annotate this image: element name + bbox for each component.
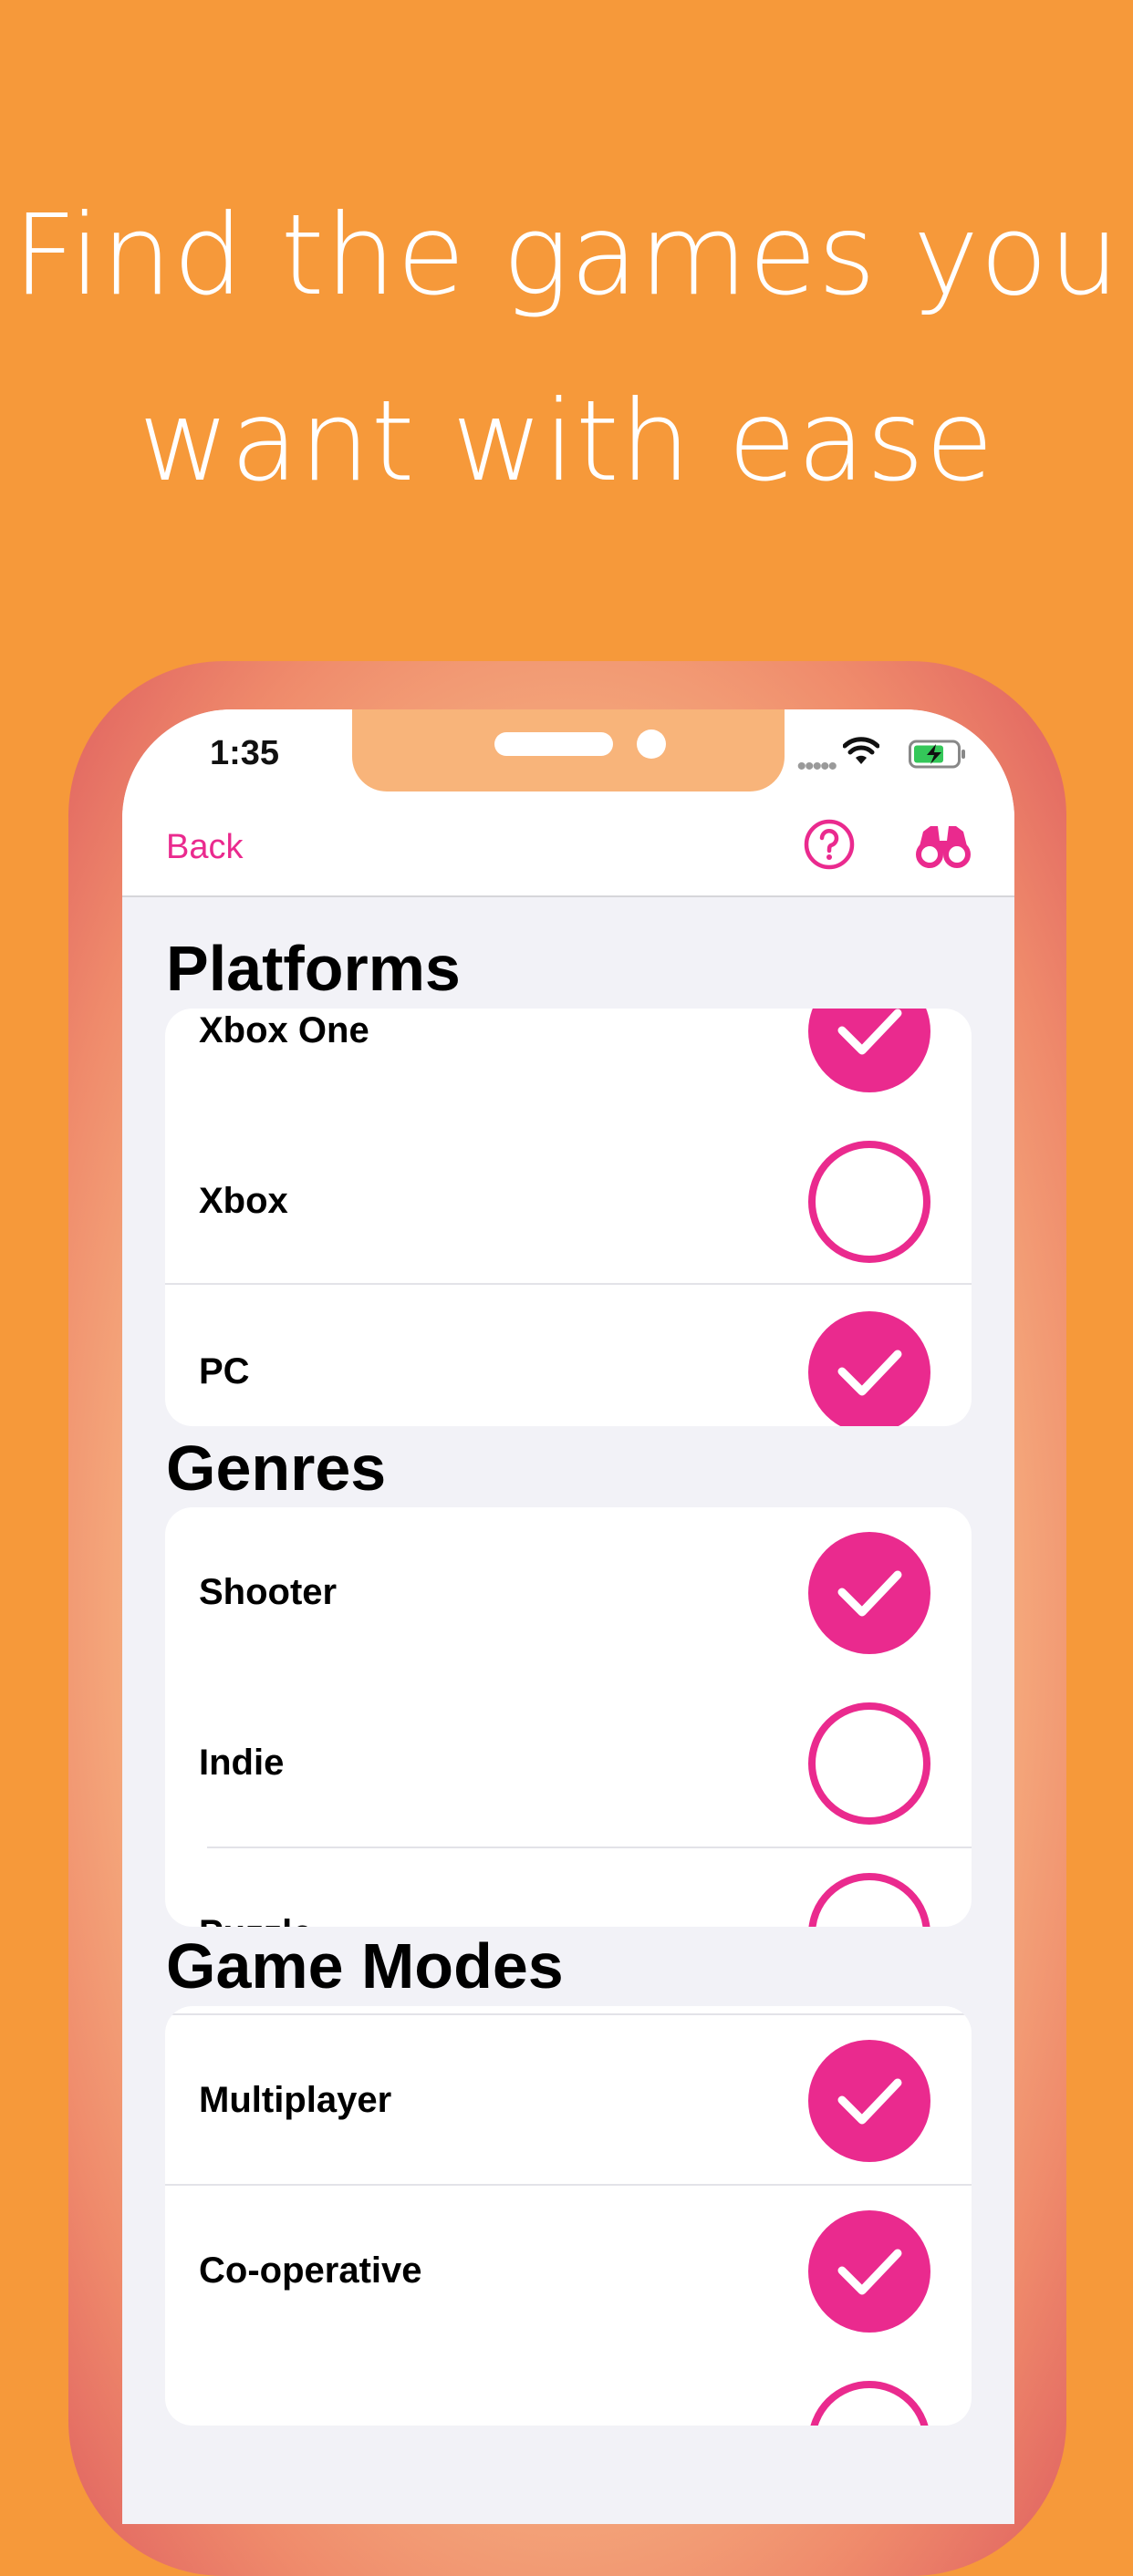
item-label: PC xyxy=(199,1351,250,1391)
checkmark-icon xyxy=(837,1350,902,1396)
checkmark-toggle[interactable] xyxy=(808,2381,930,2426)
camera xyxy=(637,729,666,759)
list-item[interactable]: Online xyxy=(165,2356,972,2426)
phone-screen: 1:35 ••••• Back Platforms Xbox One Xbox … xyxy=(122,709,1014,2524)
item-label: Multiplayer xyxy=(199,2080,392,2120)
binoculars-icon xyxy=(916,826,971,868)
checkmark-toggle[interactable] xyxy=(808,2210,930,2333)
item-label: Puzzle xyxy=(199,1848,312,1927)
checkmark-icon xyxy=(837,1009,902,1055)
list-item[interactable]: Xbox One xyxy=(165,1009,972,1116)
help-button[interactable] xyxy=(804,819,855,870)
platforms-list: Xbox One Xbox PC xyxy=(165,1009,972,1426)
list-item[interactable]: Shooter xyxy=(165,1507,972,1678)
question-circle-icon xyxy=(804,819,855,870)
checkmark-toggle[interactable] xyxy=(808,1311,930,1426)
item-label: Xbox xyxy=(199,1181,288,1221)
checkmark-toggle[interactable] xyxy=(808,1009,930,1092)
item-label: Co-operative xyxy=(199,2250,422,2291)
item-label: Xbox One xyxy=(199,1010,369,1050)
headline: Find the games you want with ease xyxy=(0,162,1133,534)
item-label: Indie xyxy=(199,1743,285,1783)
battery-icon xyxy=(909,740,965,769)
headline-line-2: want with ease xyxy=(138,377,995,506)
item-label: Shooter xyxy=(199,1572,338,1612)
checkmark-toggle[interactable] xyxy=(808,1873,930,1927)
notch xyxy=(352,709,785,791)
headline-line-1: Find the games you xyxy=(12,191,1121,320)
list-item[interactable]: Multiplayer xyxy=(165,2015,972,2186)
checkmark-toggle[interactable] xyxy=(808,2040,930,2162)
checkmark-toggle[interactable] xyxy=(808,1532,930,1654)
list-item[interactable]: PC xyxy=(165,1287,972,1426)
back-button[interactable]: Back xyxy=(166,828,243,867)
checkmark-icon xyxy=(837,2078,902,2125)
section-title-platforms: Platforms xyxy=(166,933,461,1004)
section-title-genres: Genres xyxy=(166,1433,387,1504)
checkmark-toggle[interactable] xyxy=(808,1141,930,1263)
list-item[interactable]: Co-operative xyxy=(165,2186,972,2356)
wifi-icon xyxy=(843,737,879,764)
item-label: Online xyxy=(199,2356,312,2426)
checkmark-icon xyxy=(837,1570,902,1617)
row-separator xyxy=(165,1283,972,1285)
speaker xyxy=(494,732,613,756)
list-item[interactable]: Indie xyxy=(165,1678,972,1848)
checkmark-icon xyxy=(837,2249,902,2295)
genres-list: Shooter Indie Puzzle xyxy=(165,1507,972,1927)
game-modes-list: Multiplayer Co-operative Online xyxy=(165,2006,972,2426)
list-item[interactable]: Puzzle xyxy=(165,1848,972,1927)
navigation-bar: 1:35 ••••• Back xyxy=(122,709,1014,897)
signal-dots-icon: ••••• xyxy=(796,751,837,781)
find-button[interactable] xyxy=(916,822,971,868)
section-title-game-modes: Game Modes xyxy=(166,1930,564,2002)
checkmark-toggle[interactable] xyxy=(808,1702,930,1825)
status-time: 1:35 xyxy=(210,734,280,772)
list-item[interactable]: Xbox xyxy=(165,1116,972,1287)
status-icons: ••••• xyxy=(785,737,967,781)
